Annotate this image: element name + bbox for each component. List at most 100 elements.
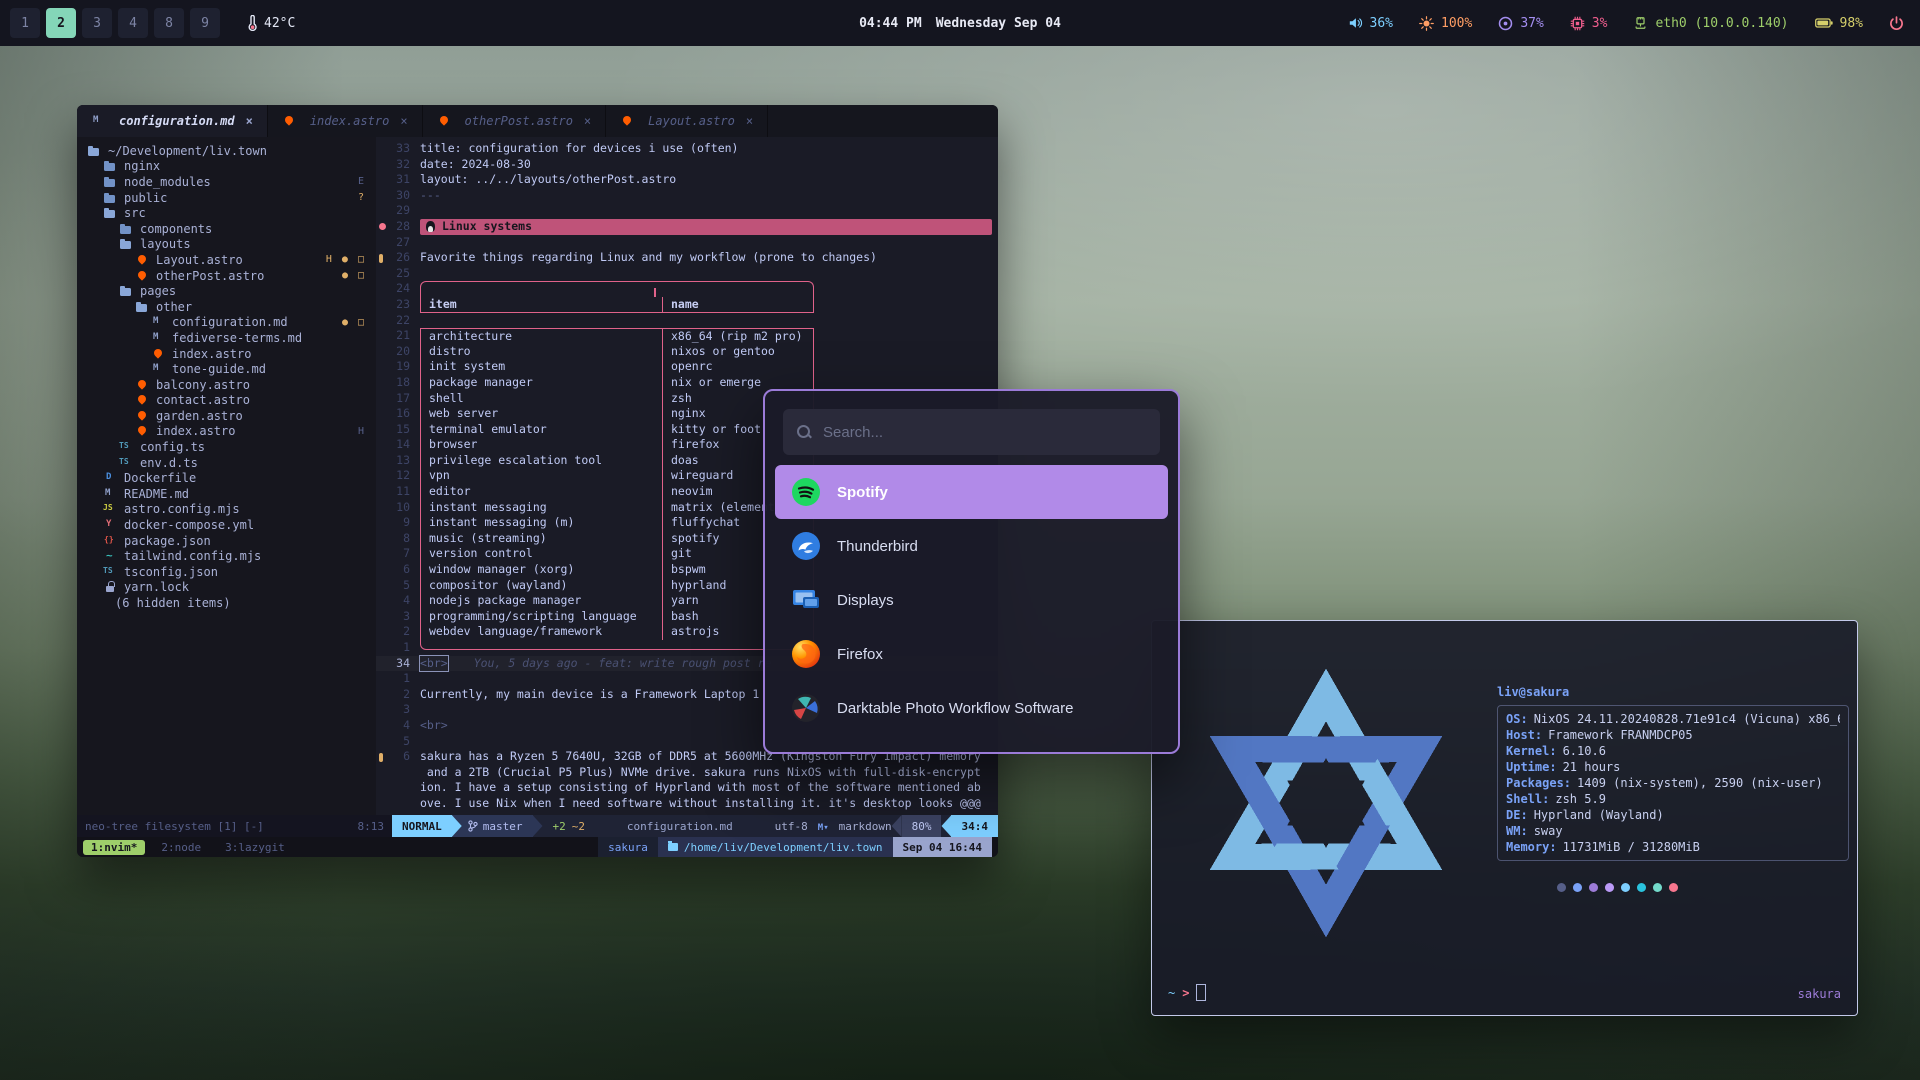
tree-item[interactable]: configuration.md ● □	[77, 315, 376, 331]
workspace-button[interactable]: 8	[154, 8, 184, 38]
file-icon	[119, 440, 134, 454]
file-icon	[151, 331, 166, 345]
volume-module[interactable]: 36%	[1348, 16, 1393, 31]
tree-item[interactable]: nginx	[77, 159, 376, 175]
tree-item[interactable]: src	[77, 205, 376, 221]
editor-line[interactable]: and a 2TB (Crucial P5 Plus) NVMe drive. …	[376, 765, 998, 781]
tree-item[interactable]: env.d.ts	[77, 455, 376, 471]
search-bar[interactable]	[783, 409, 1160, 455]
tree-item[interactable]: ~/Development/liv.town	[77, 143, 376, 159]
tmux-window[interactable]: 3:lazygit	[217, 840, 293, 855]
workspace-button[interactable]: 2	[46, 8, 76, 38]
editor-line[interactable]: 26 Favorite things regarding Linux and m…	[376, 250, 998, 266]
tmux-window[interactable]: 1:nvim*	[83, 840, 145, 855]
tree-item[interactable]: tone-guide.md	[77, 361, 376, 377]
gutter-sign	[379, 722, 383, 731]
launcher-item-darktable[interactable]: Darktable Photo Workflow Software	[765, 681, 1178, 735]
workspace-button[interactable]: 4	[118, 8, 148, 38]
gutter-sign	[379, 800, 383, 809]
battery-module[interactable]: 98%	[1815, 16, 1863, 31]
tree-item[interactable]: public ?	[77, 190, 376, 206]
search-input[interactable]	[821, 423, 1146, 442]
table-row[interactable]: 21 architecture x86_64 (rip m2 pro)	[376, 328, 998, 344]
gutter-sign	[379, 161, 383, 170]
power-button[interactable]	[1889, 16, 1904, 31]
table-row[interactable]: 19 init system openrc	[376, 359, 998, 375]
terminal-window[interactable]: liv@sakura OS:NixOS 24.11.20240828.71e91…	[1151, 620, 1858, 1016]
close-icon[interactable]	[246, 114, 253, 128]
disk-icon	[1498, 16, 1513, 31]
editor-line[interactable]: 30 ---	[376, 188, 998, 204]
tmux-window[interactable]: 2:node	[153, 840, 209, 855]
brightness-module[interactable]: 100%	[1419, 16, 1472, 31]
clock[interactable]: 04:44 PM Wednesday Sep 04	[859, 16, 1061, 31]
tree-item[interactable]: tailwind.config.mjs	[77, 548, 376, 564]
editor-line[interactable]: ove. I use Nix when I need software with…	[376, 796, 998, 812]
launcher-item-spotify[interactable]: Spotify	[775, 465, 1168, 519]
tree-item[interactable]: astro.config.mjs	[77, 502, 376, 518]
tree-item[interactable]: garden.astro	[77, 408, 376, 424]
editor-line[interactable]: ion. I have a setup consisting of Hyprla…	[376, 780, 998, 796]
temperature-module[interactable]: 42°C	[246, 15, 295, 31]
workspace-button[interactable]: 9	[190, 8, 220, 38]
tree-item[interactable]: contact.astro	[77, 393, 376, 409]
penguin-icon	[426, 221, 435, 232]
shell-prompt[interactable]: ~ >	[1168, 984, 1206, 1001]
tree-item[interactable]: node_modules E	[77, 174, 376, 190]
tree-item[interactable]: index.astro H	[77, 424, 376, 440]
tree-item[interactable]: tsconfig.json	[77, 564, 376, 580]
editor-line[interactable]: 25	[376, 266, 998, 282]
editor-line[interactable]: 27	[376, 235, 998, 251]
tree-item[interactable]: pages	[77, 283, 376, 299]
tree-item[interactable]: other	[77, 299, 376, 315]
tree-item[interactable]: balcony.astro	[77, 377, 376, 393]
workspace-button[interactable]: 1	[10, 8, 40, 38]
tree-item[interactable]: yarn.lock	[77, 580, 376, 596]
git-branch[interactable]: master	[452, 815, 533, 837]
editor-line[interactable]: 31 layout: ../../layouts/otherPost.astro	[376, 172, 998, 188]
tree-item[interactable]: README.md	[77, 486, 376, 502]
buffer-tab[interactable]: Layout.astro	[606, 105, 768, 137]
close-icon[interactable]	[584, 114, 591, 128]
tree-item[interactable]: Layout.astro H ● □	[77, 252, 376, 268]
network-module[interactable]: eth0 (10.0.0.140)	[1633, 16, 1788, 31]
tree-item[interactable]: fediverse-terms.md	[77, 330, 376, 346]
close-icon[interactable]	[400, 114, 407, 128]
tree-item[interactable]: components	[77, 221, 376, 237]
editor-line[interactable]: 33 title: configuration for devices i us…	[376, 141, 998, 157]
buffer-tab[interactable]: otherPost.astro	[423, 105, 607, 137]
launcher-item-thunderbird[interactable]: Thunderbird	[765, 519, 1178, 573]
editor-line[interactable]: 32 date: 2024-08-30	[376, 157, 998, 173]
tmux-clock: Sep 04 16:44	[893, 837, 992, 857]
tree-item[interactable]: index.astro	[77, 346, 376, 362]
cpu-module[interactable]: 3%	[1570, 16, 1608, 31]
tree-item[interactable]: package.json	[77, 533, 376, 549]
workspace-switcher: 1 2 3 4 8 9	[10, 8, 220, 38]
markdown-icon	[818, 820, 829, 833]
workspace-button[interactable]: 3	[82, 8, 112, 38]
info-row: Memory:11731MiB / 31280MiB	[1506, 839, 1840, 855]
disk-module[interactable]: 37%	[1498, 16, 1543, 31]
line-number: 20	[376, 344, 410, 360]
tree-item[interactable]: layouts	[77, 237, 376, 253]
table-row[interactable]: 20 distro nixos or gentoo	[376, 344, 998, 360]
tree-item[interactable]: otherPost.astro ● □	[77, 268, 376, 284]
launcher-item-firefox[interactable]: Firefox	[765, 627, 1178, 681]
info-row: Packages:1409 (nix-system), 2590 (nix-us…	[1506, 775, 1840, 791]
palette-dot	[1557, 883, 1566, 892]
launcher-item-displays[interactable]: Displays	[765, 573, 1178, 627]
table-cell-item: package manager	[421, 375, 663, 391]
tree-item[interactable]: Dockerfile	[77, 470, 376, 486]
line-number: 23	[376, 297, 410, 313]
tree-item[interactable]: config.ts	[77, 439, 376, 455]
tree-item[interactable]: (6 hidden items)	[77, 595, 376, 611]
buffer-tab[interactable]: index.astro	[268, 105, 423, 137]
sun-icon	[1419, 16, 1434, 31]
editor-line[interactable]: 28 Linux systems	[376, 219, 998, 235]
close-icon[interactable]	[746, 114, 753, 128]
file-icon	[135, 409, 150, 423]
tree-item[interactable]: docker-compose.yml	[77, 517, 376, 533]
buffer-tab[interactable]: configuration.md	[77, 105, 268, 137]
line-number: 5	[376, 578, 410, 594]
editor-line[interactable]: 29	[376, 203, 998, 219]
